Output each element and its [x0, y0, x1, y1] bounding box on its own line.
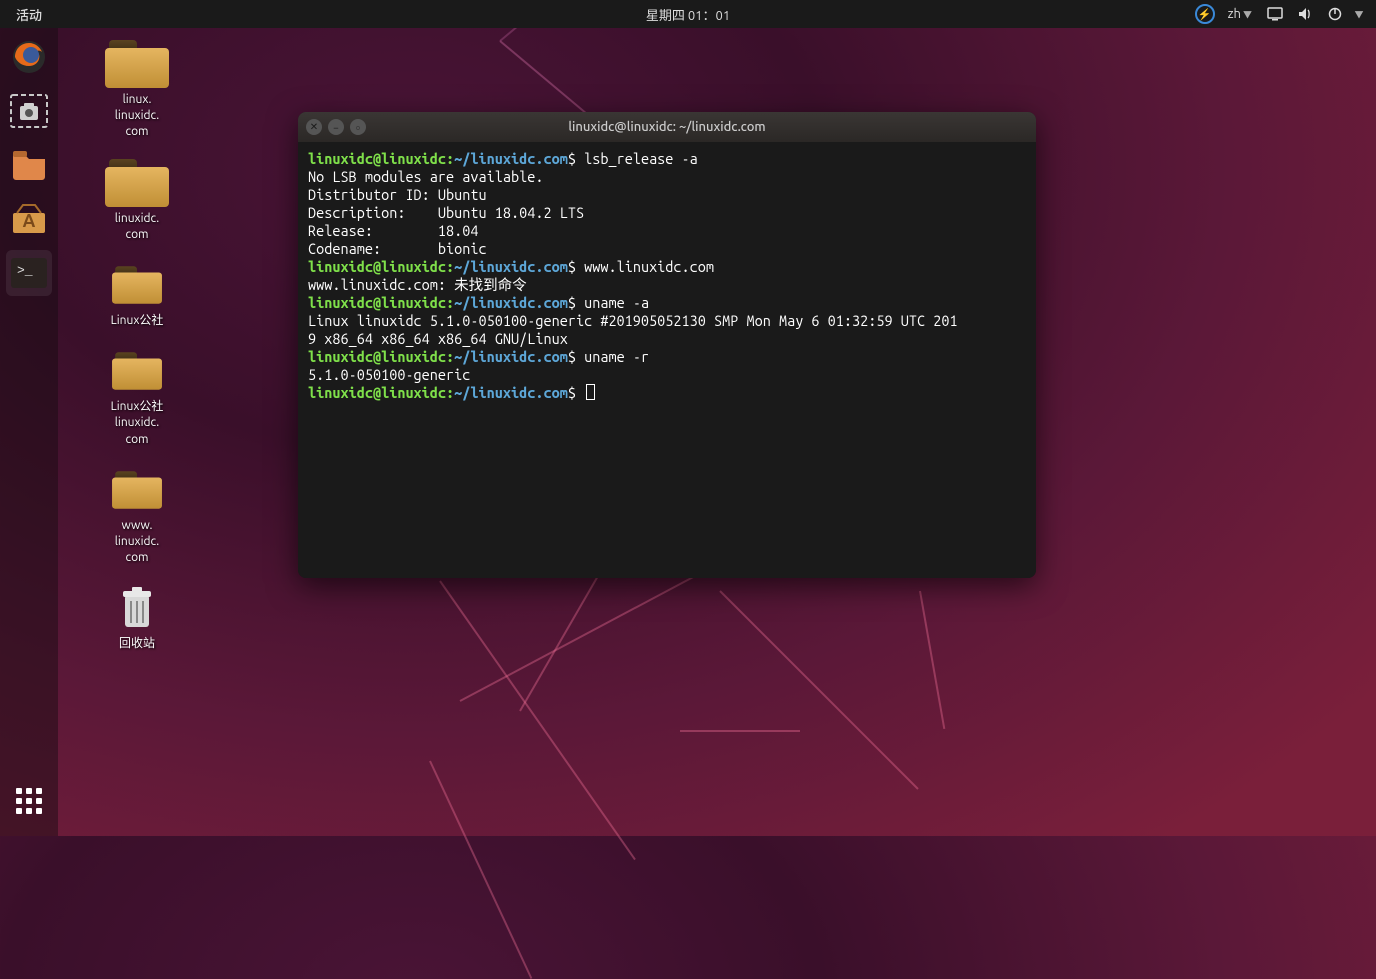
- files-icon: [9, 147, 49, 183]
- desktop-trash[interactable]: 回收站: [72, 584, 202, 652]
- svg-text:A: A: [23, 211, 36, 231]
- dock: A >_: [0, 28, 58, 836]
- software-icon: A: [9, 201, 49, 237]
- dock-software[interactable]: A: [6, 196, 52, 242]
- terminal-output[interactable]: linuxidc@linuxidc:~/linuxidc.com$ lsb_re…: [298, 142, 1036, 578]
- terminal-icon: >_: [9, 256, 49, 290]
- desktop-folder[interactable]: Linux公社linuxidc.com: [72, 347, 202, 448]
- desktop-folder[interactable]: linuxidc.com: [72, 159, 202, 243]
- window-minimize-button[interactable]: −: [328, 119, 344, 135]
- desktop-icon-label: www.linuxidc.com: [115, 518, 159, 567]
- terminal-cursor: [586, 384, 595, 400]
- screenshot-icon: [10, 94, 48, 128]
- dock-firefox[interactable]: [6, 34, 52, 80]
- folder-icon: [105, 159, 169, 207]
- window-close-button[interactable]: ✕: [306, 119, 322, 135]
- desktop-folder[interactable]: linux.linuxidc.com: [72, 40, 202, 141]
- desktop-icon-label: 回收站: [119, 636, 155, 652]
- desktop-icon-label: linuxidc.com: [115, 211, 159, 243]
- display-icon[interactable]: [1262, 0, 1288, 28]
- apps-grid-icon: [16, 788, 42, 814]
- activities-button[interactable]: 活动: [0, 5, 58, 24]
- desktop-icon-label: linux.linuxidc.com: [115, 92, 159, 141]
- desktop-icons: linux.linuxidc.com linuxidc.com Linux公社 …: [72, 40, 202, 652]
- desktop-folder[interactable]: www.linuxidc.com: [72, 466, 202, 567]
- window-title: linuxidc@linuxidc: ~/linuxidc.com: [568, 120, 765, 134]
- trash-icon: [115, 584, 159, 632]
- system-menu-caret-icon[interactable]: ▼: [1352, 0, 1366, 28]
- folder-icon: [105, 40, 169, 88]
- dock-terminal[interactable]: >_: [6, 250, 52, 296]
- window-maximize-button[interactable]: ▫: [350, 119, 366, 135]
- terminal-window[interactable]: ✕ − ▫ linuxidc@linuxidc: ~/linuxidc.com …: [298, 112, 1036, 578]
- desktop-folder[interactable]: Linux公社: [72, 261, 202, 329]
- input-method-indicator[interactable]: zh▼: [1222, 7, 1258, 21]
- thunderbolt-icon[interactable]: ⚡: [1192, 0, 1218, 28]
- top-panel: 活动 星期四 01：01 ⚡ zh▼ ▼: [0, 0, 1376, 28]
- volume-icon[interactable]: [1292, 0, 1318, 28]
- apps-grid-button[interactable]: [6, 778, 52, 824]
- window-titlebar[interactable]: ✕ − ▫ linuxidc@linuxidc: ~/linuxidc.com: [298, 112, 1036, 142]
- desktop-icon-label: Linux公社: [111, 313, 164, 329]
- folder-icon: [112, 352, 162, 389]
- desktop-icon-label: Linux公社linuxidc.com: [111, 399, 164, 448]
- dock-screenshot[interactable]: [6, 88, 52, 134]
- clock[interactable]: 星期四 01：01: [646, 5, 730, 24]
- dock-files[interactable]: [6, 142, 52, 188]
- firefox-icon: [9, 37, 49, 77]
- folder-icon: [112, 266, 162, 303]
- power-icon[interactable]: [1322, 0, 1348, 28]
- svg-text:>_: >_: [17, 263, 33, 278]
- folder-icon: [112, 471, 162, 508]
